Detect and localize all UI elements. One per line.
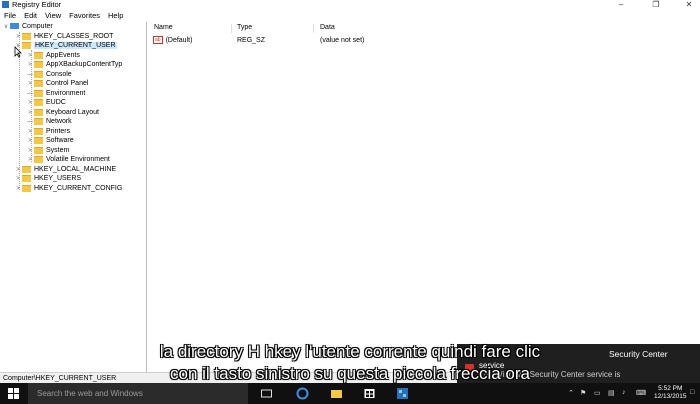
window-title: Registry Editor xyxy=(12,0,62,9)
folder-icon xyxy=(34,98,43,106)
taskbar-search-input[interactable]: Search the web and Windows xyxy=(28,383,248,404)
tree-node-software[interactable]: > Software xyxy=(26,136,74,145)
windows-start-icon[interactable] xyxy=(8,388,19,399)
tree-node-printers[interactable]: > Printers xyxy=(26,127,70,136)
clock-date: 12/13/2015 xyxy=(654,393,687,400)
tree-node-control-panel[interactable]: > Control Panel xyxy=(26,79,88,88)
action-center-icon[interactable]: □ xyxy=(690,389,694,396)
folder-icon xyxy=(34,127,43,135)
tree-node-network[interactable]: — Network xyxy=(26,117,72,126)
clock-time: 5:52 PM xyxy=(658,385,683,392)
taskbar-clock[interactable]: 5:52 PM 12/13/2015 xyxy=(654,385,687,401)
tree-node-eudc[interactable]: > EUDC xyxy=(26,98,66,107)
minimize-button[interactable]: – xyxy=(610,0,632,10)
value-type: REG_SZ xyxy=(237,37,266,44)
value-data: (value not set) xyxy=(320,37,365,44)
battery-icon[interactable]: ▭ xyxy=(594,389,601,397)
values-list[interactable]: Name Type Data ab (Default) REG_SZ (value… xyxy=(147,22,700,372)
folder-icon xyxy=(22,41,31,49)
folder-icon xyxy=(34,136,43,144)
notification-flag-icon[interactable]: ⚑ xyxy=(580,389,586,397)
folder-icon xyxy=(22,32,31,40)
chevron-right-icon[interactable]: > xyxy=(14,185,22,194)
tree-node-environment[interactable]: — Environment xyxy=(26,89,85,98)
menu-view[interactable]: View xyxy=(41,10,65,22)
tree-node-appxbackup[interactable]: > AppXBackupContentTyp xyxy=(26,60,122,69)
tree-node-appevents[interactable]: > AppEvents xyxy=(26,51,80,60)
tree-node-keyboard-layout[interactable]: > Keyboard Layout xyxy=(26,108,99,117)
edge-browser-icon[interactable] xyxy=(296,387,309,400)
registry-editor-icon xyxy=(2,1,9,8)
volume-icon[interactable]: ♪ xyxy=(622,389,626,396)
chevron-right-icon[interactable]: > xyxy=(26,137,34,146)
folder-icon xyxy=(34,51,43,59)
subtitle-line-1: la directory H hkey l'utente corrente qu… xyxy=(159,342,541,361)
chevron-right-icon[interactable]: > xyxy=(26,61,34,70)
chevron-right-icon[interactable]: > xyxy=(26,156,34,165)
menu-favorites[interactable]: Favorites xyxy=(65,10,104,22)
column-separator[interactable] xyxy=(313,24,314,33)
folder-icon xyxy=(34,155,43,163)
string-value-icon: ab xyxy=(153,36,163,45)
folder-icon xyxy=(22,184,31,192)
folder-icon xyxy=(22,165,31,173)
keyboard-icon[interactable]: ⌨ xyxy=(636,389,646,397)
maximize-button[interactable]: ❐ xyxy=(645,0,667,10)
chevron-down-icon[interactable]: ∨ xyxy=(2,23,10,32)
chevron-up-icon[interactable]: ⌃ xyxy=(568,389,574,397)
folder-icon xyxy=(34,79,43,87)
regedit-taskbar-icon[interactable] xyxy=(396,387,409,400)
menu-edit[interactable]: Edit xyxy=(20,10,41,22)
column-separator[interactable] xyxy=(231,24,232,33)
folder-icon xyxy=(34,117,43,125)
table-row[interactable]: ab (Default) xyxy=(153,36,192,45)
folder-icon xyxy=(34,70,43,78)
file-explorer-icon[interactable] xyxy=(330,387,343,400)
title-bar: Registry Editor – ❐ ✕ xyxy=(0,0,700,10)
column-header-type[interactable]: Type xyxy=(237,24,252,31)
folder-icon xyxy=(34,60,43,68)
network-icon[interactable]: ▤ xyxy=(608,389,615,397)
folder-icon xyxy=(34,108,43,116)
column-header-data[interactable]: Data xyxy=(320,24,335,31)
value-name: (Default) xyxy=(165,37,193,44)
tree-node-hkcu[interactable]: ∨ HKEY_CURRENT_USER xyxy=(14,41,117,50)
tree-node-hkcc[interactable]: > HKEY_CURRENT_CONFIG xyxy=(14,184,122,193)
tree-node-system[interactable]: > System xyxy=(26,146,69,155)
store-icon[interactable] xyxy=(363,387,376,400)
tree-node-volatile-environment[interactable]: > Volatile Environment xyxy=(26,155,110,164)
mouse-cursor-icon xyxy=(14,46,22,58)
folder-icon xyxy=(34,146,43,154)
task-view-icon[interactable] xyxy=(260,387,273,400)
chevron-right-icon[interactable]: > xyxy=(26,99,34,108)
column-header-name[interactable]: Name xyxy=(154,24,173,31)
tree-node-hku[interactable]: > HKEY_USERS xyxy=(14,174,81,183)
chevron-right-icon[interactable]: > xyxy=(26,80,34,89)
menu-file[interactable]: File xyxy=(0,10,20,22)
registry-tree[interactable]: ∨ Computer > HKEY_CLASSES_ROOT ∨ HKEY_CURRE… xyxy=(0,22,147,372)
folder-icon xyxy=(22,174,31,182)
tree-node-computer[interactable]: ∨ Computer xyxy=(2,22,53,31)
tree-node-hklm[interactable]: > HKEY_LOCAL_MACHINE xyxy=(14,165,116,174)
folder-icon xyxy=(34,89,43,97)
close-button[interactable]: ✕ xyxy=(678,0,700,10)
taskbar: Search the web and Windows ⌃ ⚑ ▭ ▤ ♪ ⌨ 5… xyxy=(0,383,700,404)
computer-icon xyxy=(10,23,19,30)
tree-node-console[interactable]: — Console xyxy=(26,70,72,79)
tree-node-hkcr[interactable]: > HKEY_CLASSES_ROOT xyxy=(14,32,113,41)
tree-connector: — xyxy=(27,119,33,125)
menu-help[interactable]: Help xyxy=(104,10,127,22)
subtitle-line-2: con il tasto sinistro su questa piccola … xyxy=(169,364,530,383)
chevron-right-icon[interactable]: > xyxy=(14,175,22,184)
